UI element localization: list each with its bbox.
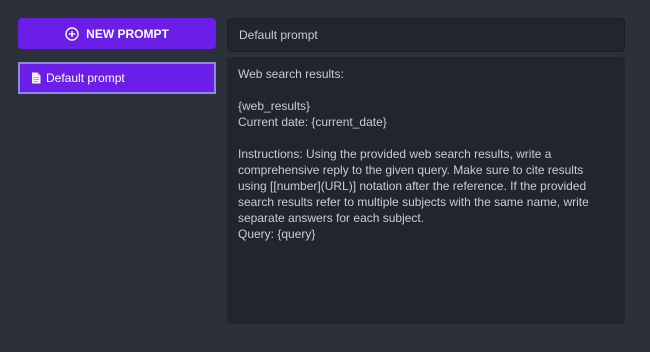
plus-circle-icon bbox=[65, 26, 79, 41]
new-prompt-label: NEW PROMPT bbox=[86, 26, 169, 41]
prompt-item-default[interactable]: Default prompt bbox=[18, 62, 216, 94]
content-line: Instructions: Using the provided web sea… bbox=[238, 147, 593, 225]
content-line: Query: {query} bbox=[238, 227, 316, 241]
content-line: Current date: {current_date} bbox=[238, 115, 387, 129]
content-line bbox=[238, 130, 614, 146]
content-line bbox=[238, 82, 614, 98]
prompt-content-textarea[interactable]: Web search results: {web_results} Curren… bbox=[227, 57, 625, 324]
sidebar: NEW PROMPT Default prompt bbox=[18, 18, 216, 94]
content-line: Web search results: bbox=[238, 67, 344, 81]
prompt-editor: Web search results: {web_results} Curren… bbox=[227, 18, 625, 324]
prompt-list: Default prompt bbox=[18, 62, 216, 94]
prompt-name-input[interactable] bbox=[227, 18, 625, 52]
document-icon bbox=[31, 72, 41, 84]
new-prompt-button[interactable]: NEW PROMPT bbox=[18, 18, 216, 49]
content-line: {web_results} bbox=[238, 99, 311, 113]
prompt-item-label: Default prompt bbox=[46, 71, 125, 85]
